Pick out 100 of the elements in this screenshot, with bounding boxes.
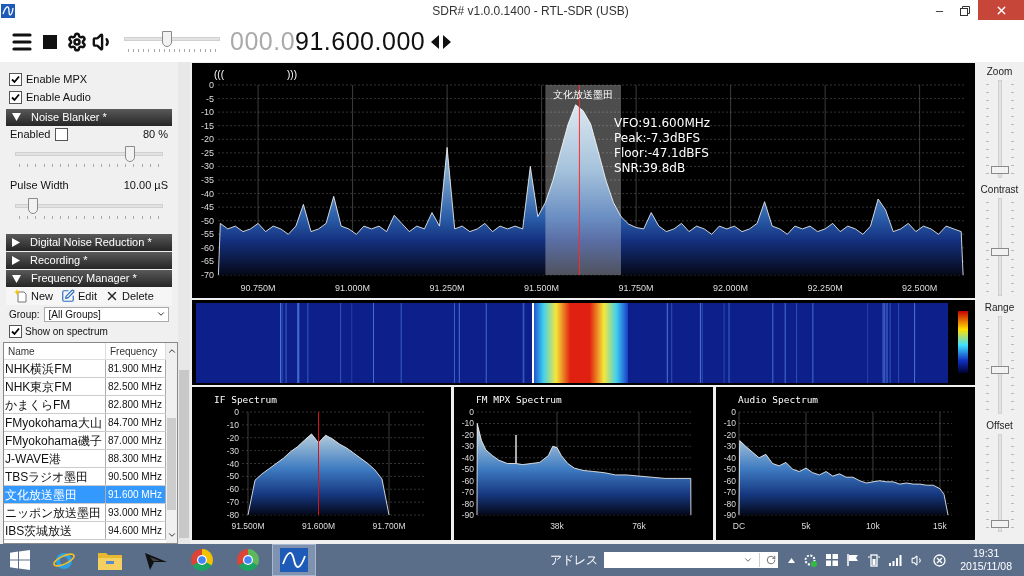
window-title: SDR# v1.0.0.1400 - RTL-SDR (USB) bbox=[432, 3, 629, 20]
axis-label: 91.750M bbox=[618, 283, 654, 293]
clock[interactable]: 19:31 2015/11/08 bbox=[960, 547, 1012, 573]
axis-label: -20 bbox=[723, 429, 736, 440]
color-scale bbox=[958, 311, 968, 373]
slider-thumb[interactable] bbox=[990, 165, 1009, 174]
axis-label: -40 bbox=[226, 458, 239, 469]
axis-label: -80 bbox=[723, 498, 736, 509]
settings-icon[interactable] bbox=[67, 32, 87, 52]
volume-slider[interactable] bbox=[124, 31, 220, 53]
checkbox-label: Enable MPX bbox=[26, 71, 88, 87]
waveform-logo-icon bbox=[280, 548, 308, 572]
address-label: アドレス bbox=[550, 552, 599, 569]
toolbar-button[interactable]: Delete bbox=[105, 287, 154, 305]
slider-thumb[interactable] bbox=[27, 197, 38, 214]
axis-label: -45 bbox=[201, 202, 214, 213]
table-row[interactable]: ニッポン放送墨田 93.000 MHz bbox=[4, 504, 166, 522]
axis-label: DC bbox=[732, 521, 746, 531]
address-field[interactable] bbox=[604, 552, 779, 568]
column-header[interactable]: Name bbox=[4, 343, 106, 359]
axis-label: 90.750M bbox=[240, 283, 276, 293]
menu-icon[interactable] bbox=[10, 30, 34, 54]
checkbox-label: Show on spectrum bbox=[25, 325, 108, 339]
pulse-width-reading: 10.00 µS bbox=[123, 178, 168, 194]
axis-label: -20 bbox=[201, 134, 214, 145]
axis-label: 15k bbox=[933, 521, 947, 531]
gear-badge-icon[interactable] bbox=[804, 553, 818, 567]
pulse-width-slider[interactable] bbox=[15, 197, 163, 220]
table-row[interactable]: NHK東京FM 82.500 MHz bbox=[4, 378, 166, 396]
axis-label: -20 bbox=[226, 432, 239, 443]
section-header[interactable]: Frequency Manager * bbox=[6, 270, 172, 287]
axis-label: 10k bbox=[866, 521, 880, 531]
axis-label: -50 bbox=[226, 471, 239, 482]
table-row[interactable]: かまくらFM 82.800 MHz bbox=[4, 396, 166, 414]
panel-title: FM MPX Spectrum bbox=[476, 394, 562, 405]
dropdown-caret-icon bbox=[743, 555, 754, 565]
threshold-slider[interactable] bbox=[15, 145, 163, 168]
axis-label: -30 bbox=[723, 441, 736, 452]
readout-text: VFO:91.600MHz bbox=[614, 116, 711, 130]
scrollbar-thumb[interactable] bbox=[167, 418, 176, 510]
slider-thumb[interactable] bbox=[990, 365, 1009, 374]
section-header[interactable]: Noise Blanker * bbox=[6, 108, 172, 126]
window-grid-icon[interactable] bbox=[826, 554, 839, 566]
enabled-label: Enabled bbox=[10, 127, 51, 143]
toolbar-button[interactable]: Edit bbox=[61, 287, 97, 305]
refresh-icon[interactable] bbox=[766, 555, 777, 565]
checkbox[interactable] bbox=[55, 128, 69, 142]
slider-thumb[interactable] bbox=[990, 519, 1009, 528]
taskbar-app[interactable] bbox=[272, 544, 316, 576]
slider-thumb[interactable] bbox=[990, 247, 1009, 256]
table-row[interactable]: IBS茨城放送 94.600 MHz bbox=[4, 522, 166, 540]
battery-icon[interactable] bbox=[868, 553, 881, 567]
close-circle-icon[interactable] bbox=[933, 553, 947, 567]
axis-label: 76k bbox=[632, 521, 646, 531]
flag-icon[interactable] bbox=[847, 554, 860, 566]
slider-thumb[interactable] bbox=[162, 31, 173, 47]
checkbox[interactable] bbox=[9, 325, 22, 338]
scrollbar-thumb[interactable] bbox=[179, 370, 189, 538]
table-cell: NHK横浜FM bbox=[4, 360, 106, 377]
axis-label: 91.700M bbox=[372, 521, 406, 531]
axis-label: 91.500M bbox=[231, 521, 265, 531]
scrollbar[interactable] bbox=[166, 343, 177, 543]
scrollbar[interactable] bbox=[178, 62, 190, 544]
slider-label: Zoom bbox=[986, 65, 1013, 79]
section-header[interactable]: Digital Noise Reduction * bbox=[6, 234, 172, 251]
scan-marker: ((( bbox=[214, 69, 224, 80]
slider-thumb[interactable] bbox=[125, 145, 136, 162]
frequency-display[interactable]: 000.091.600.000 bbox=[230, 23, 426, 61]
axis-label: 0 bbox=[469, 407, 474, 417]
tune-arrows-icon[interactable] bbox=[431, 35, 452, 49]
table-row[interactable]: TBSラジオ墨田 90.500 MHz bbox=[4, 468, 166, 486]
checkbox[interactable] bbox=[9, 91, 22, 105]
caret-up-icon[interactable] bbox=[788, 557, 796, 563]
scroll-down-icon[interactable] bbox=[166, 530, 177, 540]
table-row[interactable]: FMyokohama大山 84.700 MHz bbox=[4, 414, 166, 432]
signal-bars-icon[interactable] bbox=[889, 554, 903, 566]
table-cell: 文化放送墨田 bbox=[4, 486, 106, 503]
dropdown-caret-icon bbox=[156, 309, 166, 319]
axis-label: -70 bbox=[461, 487, 474, 498]
readout-text: Peak:-7.3dBFS bbox=[614, 131, 701, 145]
group-dropdown[interactable]: [All Groups] bbox=[43, 306, 169, 322]
pulse-width-label: Pulse Width bbox=[10, 178, 69, 194]
axis-label: -5 bbox=[206, 93, 214, 104]
table-row[interactable]: NHK横浜FM 81.900 MHz bbox=[4, 360, 166, 378]
table-row[interactable]: J-WAVE港 88.300 MHz bbox=[4, 450, 166, 468]
table-cell: かまくらFM bbox=[4, 396, 106, 413]
slider-label: Range bbox=[984, 301, 1015, 315]
threshold-reading: 80 % bbox=[142, 127, 168, 143]
axis-label: 91.500M bbox=[524, 283, 560, 293]
table-row[interactable]: FMyokohama磯子 87.000 MHz bbox=[4, 432, 166, 450]
section-header[interactable]: Recording * bbox=[6, 252, 172, 269]
windows-logo-icon bbox=[10, 550, 30, 570]
toolbar-button[interactable]: New bbox=[14, 287, 53, 305]
axis-label: -30 bbox=[226, 445, 239, 456]
axis-label: 38k bbox=[550, 521, 564, 531]
axis-label: 92.000M bbox=[713, 283, 749, 293]
checkbox[interactable] bbox=[9, 72, 22, 86]
scroll-up-icon[interactable] bbox=[166, 346, 177, 356]
axis-label: -40 bbox=[201, 188, 214, 199]
panel-title: Audio Spectrum bbox=[738, 394, 819, 405]
